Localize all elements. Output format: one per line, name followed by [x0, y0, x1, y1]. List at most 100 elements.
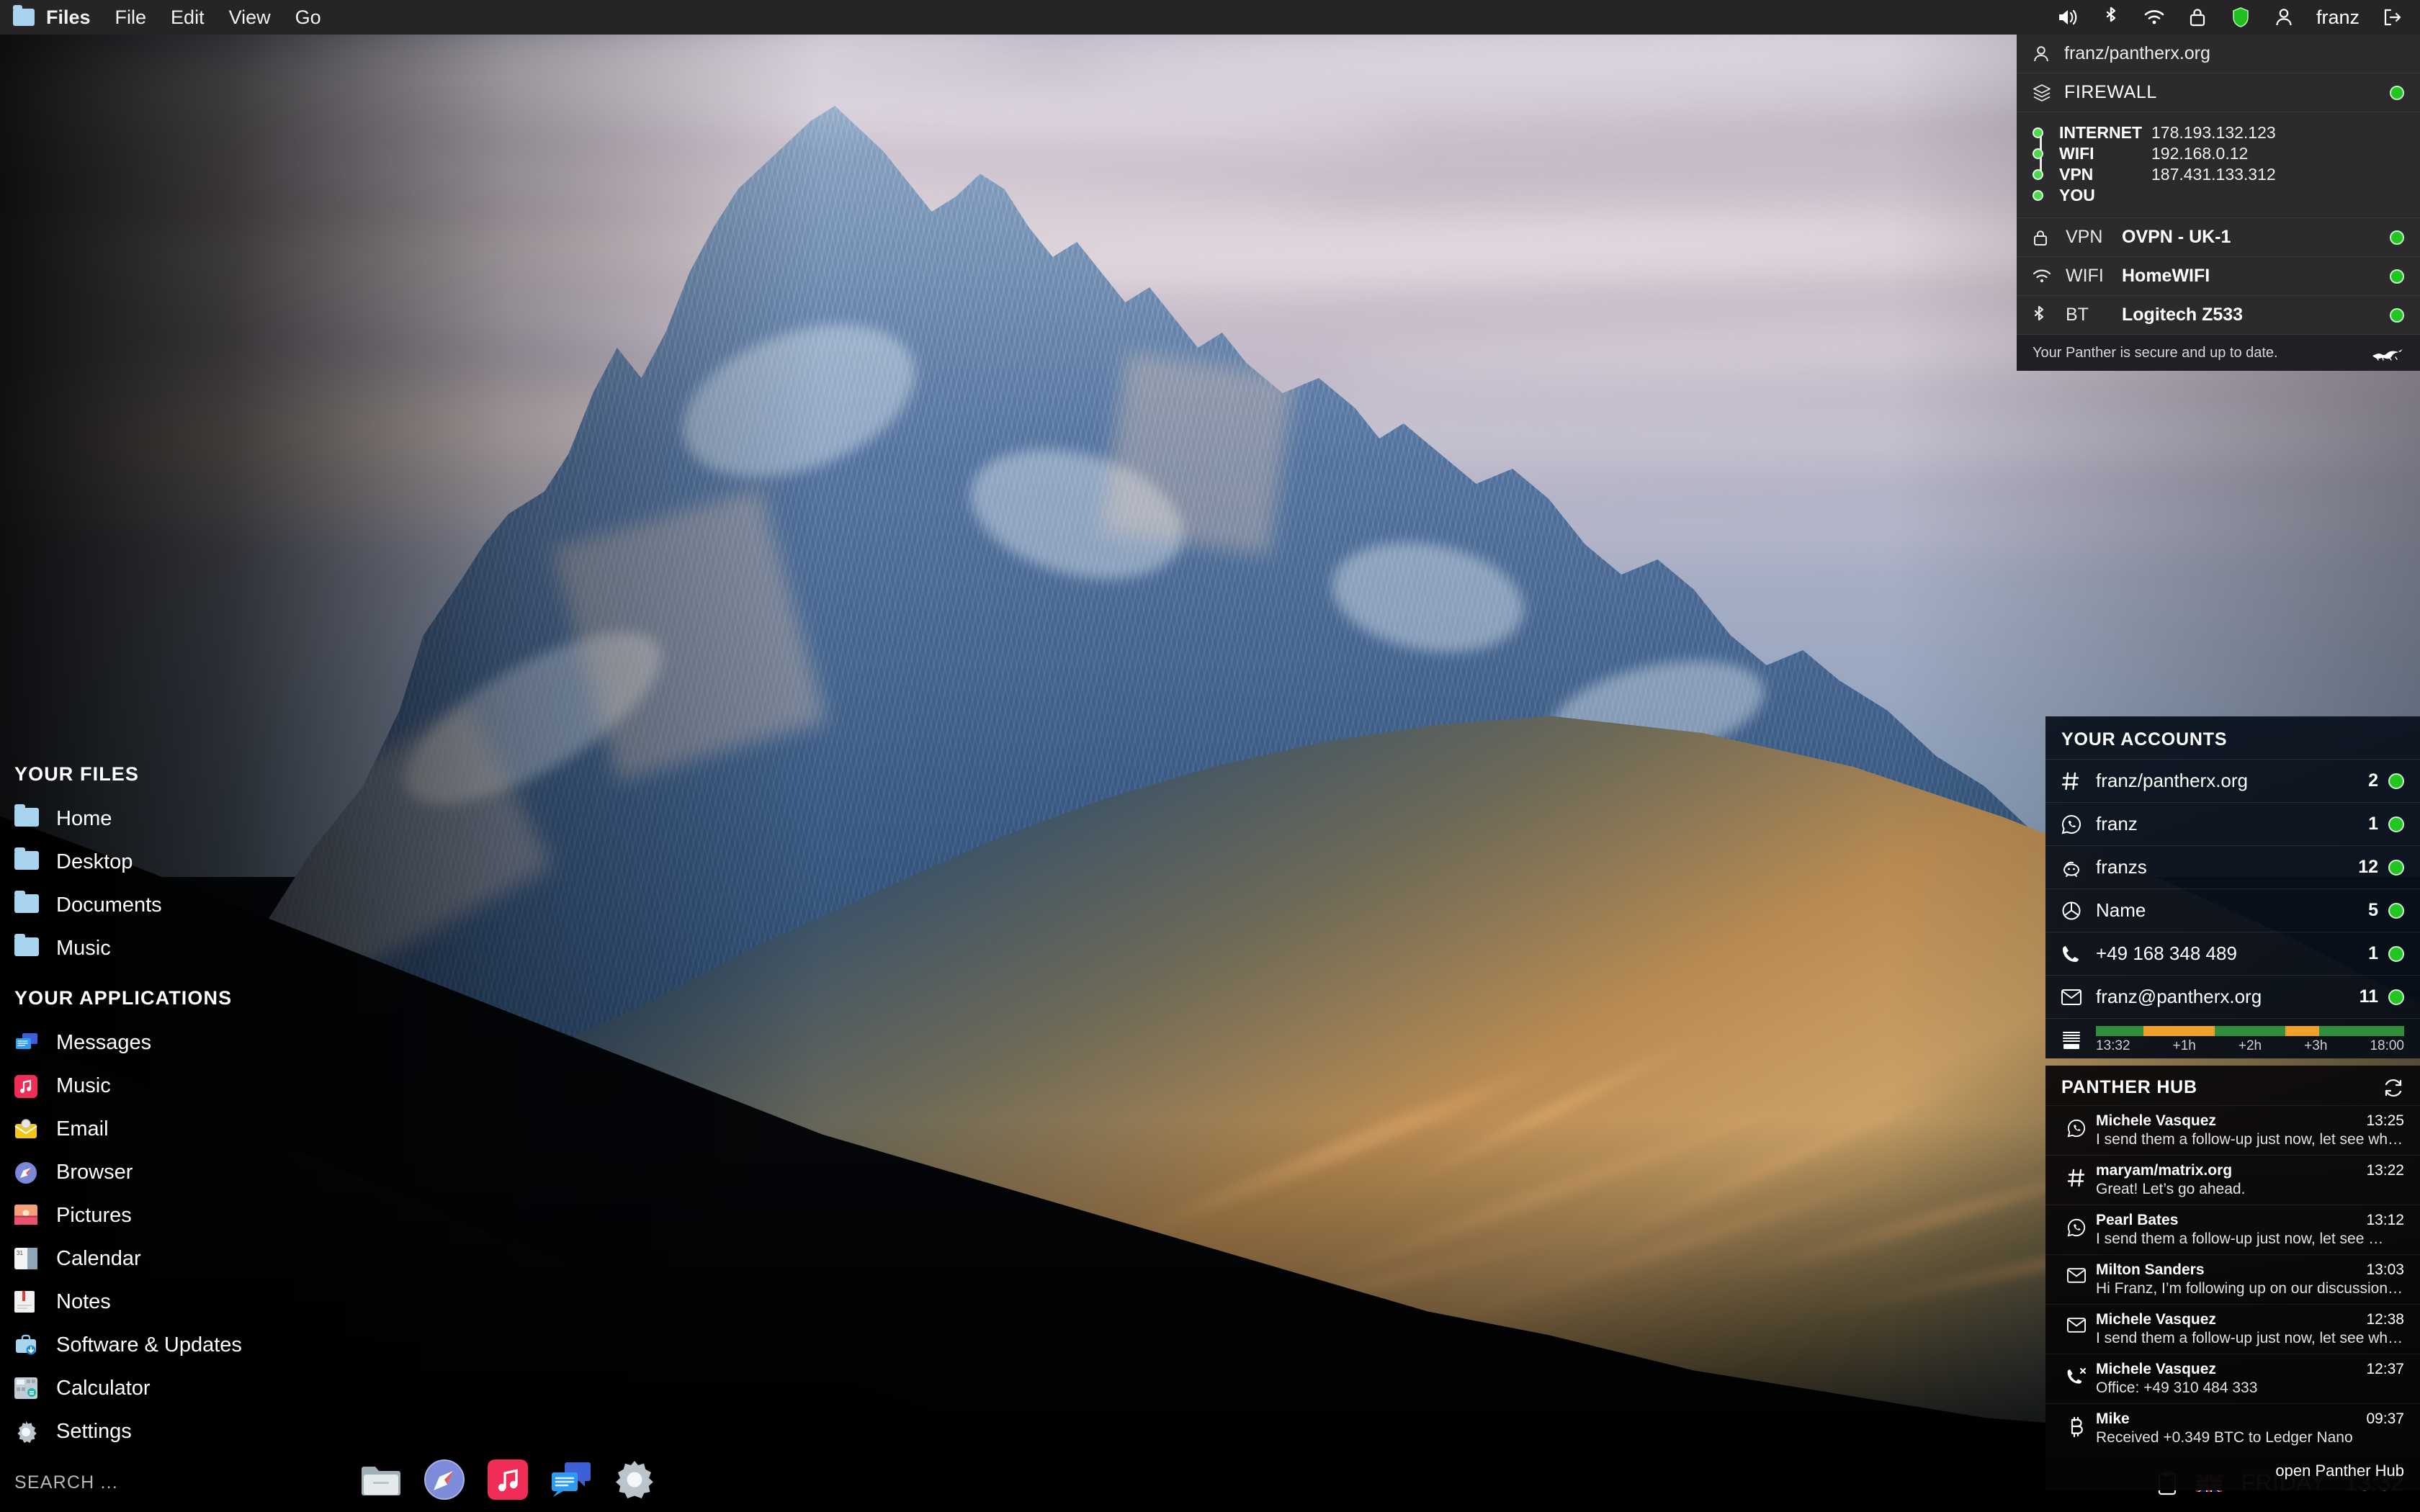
- chain-value: 187.431.133.312: [2151, 165, 2276, 184]
- wifi-icon: [2033, 269, 2057, 284]
- lock-icon[interactable]: [2187, 6, 2208, 28]
- sidebar-item-calendar[interactable]: 31 Calendar: [0, 1237, 461, 1280]
- chain-dot: [2033, 148, 2043, 159]
- sidebar-item-music[interactable]: Music: [0, 1064, 461, 1107]
- mail-icon: [2061, 989, 2090, 1005]
- refresh-icon[interactable]: [2383, 1078, 2404, 1098]
- folder-icon: [14, 804, 40, 829]
- firewall-vpn-row[interactable]: VPN OVPN - UK-1: [2017, 218, 2420, 257]
- sidebar-item-pictures[interactable]: Pictures: [0, 1194, 461, 1237]
- sidebar-item-settings[interactable]: Settings: [0, 1410, 461, 1453]
- hub-time: 12:38: [2366, 1311, 2404, 1328]
- menu-item-go[interactable]: Go: [283, 6, 333, 29]
- menu-item-file[interactable]: File: [103, 6, 159, 29]
- svg-text:31: 31: [17, 1250, 23, 1256]
- folder-icon: [14, 934, 40, 959]
- layers-icon: [2033, 84, 2057, 102]
- hub-time: 13:22: [2366, 1162, 2404, 1179]
- user-icon[interactable]: [2273, 6, 2295, 28]
- account-row-whatsapp[interactable]: franz 1: [2045, 802, 2420, 845]
- agenda-timeline[interactable]: 13:32 +1h +2h +3h 18:00: [2045, 1018, 2420, 1058]
- sidebar-item-label: Software & Updates: [56, 1333, 242, 1356]
- sidebar-item-email[interactable]: Email: [0, 1107, 461, 1151]
- folder-icon: [13, 5, 35, 26]
- chain-row-you: YOU: [2033, 185, 2404, 206]
- wallpaper-shrub: [1808, 1495, 1822, 1512]
- sidebar-item-browser[interactable]: Browser: [0, 1151, 461, 1194]
- wallpaper-shrub: [1714, 1489, 1733, 1512]
- wallpaper-shrub: [850, 1488, 869, 1512]
- menu-item-edit[interactable]: Edit: [158, 6, 217, 29]
- hub-preview: Received +0.349 BTC to Ledger Nano: [2096, 1429, 2353, 1446]
- wallpaper-shrub: [2204, 1496, 2217, 1512]
- volume-icon[interactable]: [2057, 6, 2079, 28]
- toolbox-icon: [14, 1334, 40, 1356]
- search-input[interactable]: [14, 1472, 346, 1493]
- firewall-title-row[interactable]: FIREWALL: [2017, 73, 2420, 112]
- account-row-name[interactable]: Name 5: [2045, 888, 2420, 932]
- shield-icon[interactable]: [2230, 6, 2251, 28]
- hub-notification-row[interactable]: Michele Vasquez 13:25 I send them a foll…: [2045, 1105, 2420, 1155]
- menu-app-name[interactable]: Files: [46, 6, 103, 29]
- hub-notification-row[interactable]: Michele Vasquez 12:37 Office: +49 310 48…: [2045, 1354, 2420, 1403]
- account-row-phone[interactable]: +49 168 348 489 1: [2045, 932, 2420, 975]
- firewall-wifi-key: WIFI: [2066, 266, 2104, 286]
- signal-icon: [2061, 858, 2090, 877]
- wallpaper-shrub: [1188, 1495, 1203, 1512]
- account-name: Name: [2096, 899, 2146, 921]
- hub-notification-row[interactable]: Mike 09:37 Received +0.349 BTC to Ledger…: [2045, 1403, 2420, 1453]
- firewall-footer-text: Your Panther is secure and up to date.: [2033, 344, 2278, 361]
- firewall-bt-row[interactable]: BT Logitech Z533: [2017, 296, 2420, 335]
- menu-item-view[interactable]: View: [217, 6, 283, 29]
- sidebar-item-notes[interactable]: Notes: [0, 1280, 461, 1323]
- sidebar-item-documents[interactable]: Documents: [0, 883, 461, 927]
- firewall-account-row[interactable]: franz/pantherx.org: [2017, 35, 2420, 73]
- hub-notification-row[interactable]: Pearl Bates 13:12 I send them a follow-u…: [2045, 1205, 2420, 1254]
- globe-icon: [2061, 901, 2090, 921]
- account-row-email[interactable]: franz@pantherx.org 11: [2045, 975, 2420, 1018]
- sidebar-item-home[interactable]: Home: [0, 797, 461, 840]
- account-status-dot: [2388, 816, 2404, 832]
- dock-settings-icon[interactable]: [614, 1459, 655, 1500]
- hub-time: 12:37: [2366, 1361, 2404, 1377]
- dock-browser-icon[interactable]: [424, 1459, 465, 1500]
- firewall-bt-key: BT: [2066, 305, 2089, 325]
- timeline-segment: [2214, 1026, 2286, 1036]
- hub-notification-row[interactable]: Milton Sanders 13:03 Hi Franz, I’m follo…: [2045, 1254, 2420, 1304]
- timeline-segment: [2319, 1026, 2404, 1036]
- dock-music-icon[interactable]: [487, 1459, 529, 1500]
- menubar-username[interactable]: franz: [2316, 6, 2360, 29]
- sidebar-item-music-folder[interactable]: Music: [0, 927, 461, 970]
- sidebar-item-label: Browser: [56, 1160, 133, 1184]
- account-count: 2: [2368, 770, 2378, 791]
- logout-icon[interactable]: [2381, 6, 2403, 28]
- wifi-icon[interactable]: [2143, 6, 2165, 28]
- sidebar-item-label: Settings: [56, 1419, 132, 1443]
- hub-notification-row[interactable]: maryam/matrix.org 13:22 Great! Let’s go …: [2045, 1155, 2420, 1205]
- search-bar: [14, 1472, 346, 1493]
- missed-call-icon: [2061, 1361, 2092, 1386]
- sidebar-item-calculator[interactable]: Calculator: [0, 1367, 461, 1410]
- open-panther-hub-link[interactable]: open Panther Hub: [2045, 1453, 2420, 1490]
- firewall-bt-dot: [2390, 307, 2404, 323]
- agenda-icon: [2061, 1030, 2090, 1050]
- sidebar-item-messages[interactable]: Messages: [0, 1021, 461, 1064]
- hub-notification-row[interactable]: Michele Vasquez 12:38 I send them a foll…: [2045, 1304, 2420, 1354]
- dock-messages-icon[interactable]: [550, 1459, 592, 1500]
- hub-preview: Hi Franz, I’m following up on our discus…: [2096, 1280, 2404, 1297]
- account-count: 5: [2368, 900, 2378, 920]
- panther-logo-icon: [2371, 345, 2404, 361]
- wallpaper-shrub: [1001, 1496, 1014, 1512]
- sidebar-item-label: Email: [56, 1117, 109, 1140]
- wallpaper-shrub: [1052, 1490, 1069, 1512]
- sidebar-item-desktop[interactable]: Desktop: [0, 840, 461, 883]
- timeline-tick: +3h: [2304, 1038, 2328, 1053]
- bluetooth-icon[interactable]: [2100, 6, 2122, 28]
- account-row-matrix[interactable]: franz/pantherx.org 2: [2045, 759, 2420, 802]
- account-row-signal[interactable]: franzs 12: [2045, 845, 2420, 888]
- firewall-wifi-row[interactable]: WIFI HomeWIFI: [2017, 257, 2420, 296]
- dock-files-icon[interactable]: [360, 1459, 402, 1500]
- sidebar-item-software-updates[interactable]: Software & Updates: [0, 1323, 461, 1367]
- mail-icon: [2061, 1311, 2092, 1333]
- account-name: franzs: [2096, 856, 2147, 878]
